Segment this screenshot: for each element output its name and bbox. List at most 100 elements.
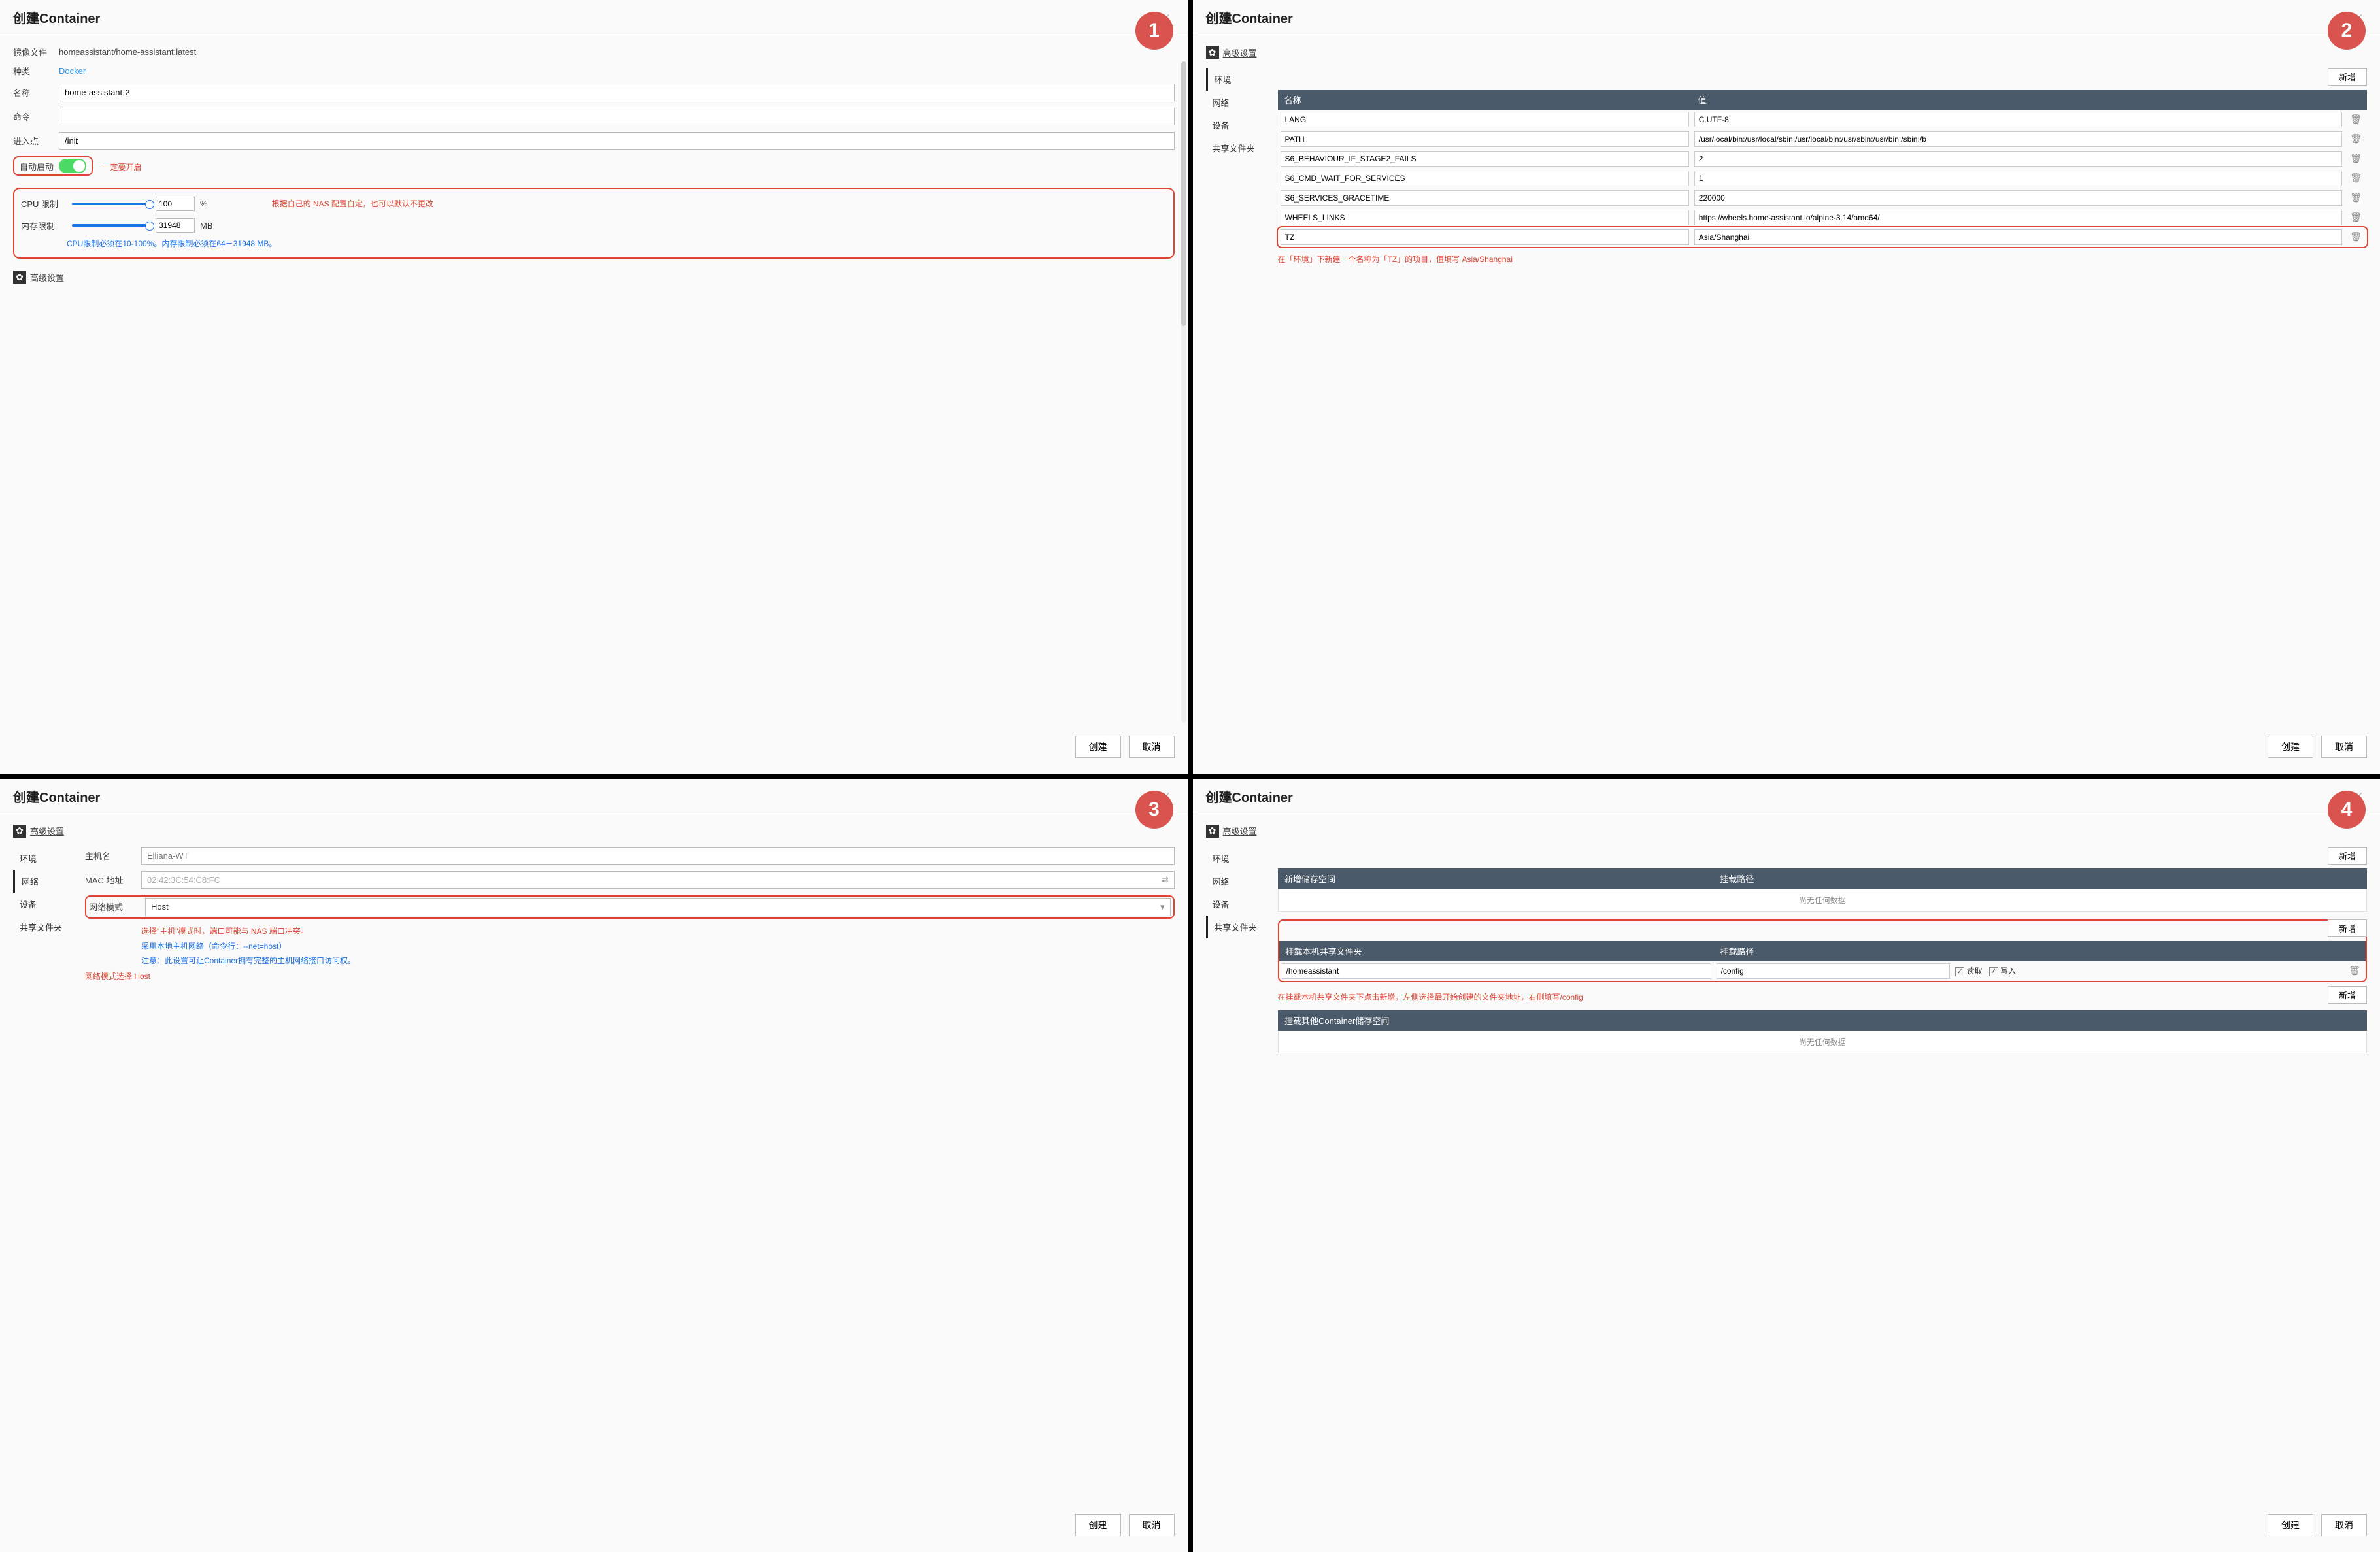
settings-sidebar: 环境 网络 设备 共享文件夹 (1206, 847, 1271, 938)
trash-icon[interactable]: 🗑 (2347, 153, 2364, 163)
limits-note-blue: CPU限制必须在10-100%。内存限制必须在64－31948 MB。 (67, 238, 1167, 250)
cancel-button[interactable]: 取消 (2321, 736, 2367, 758)
mem-input[interactable] (156, 218, 195, 233)
env-val-input[interactable] (1694, 210, 2342, 225)
sidebar-item-share[interactable]: 共享文件夹 (13, 916, 78, 938)
sidebar-item-env[interactable]: 环境 (1206, 847, 1271, 870)
add-share-button[interactable]: 新增 (2328, 919, 2367, 937)
sidebar-item-dev[interactable]: 设备 (13, 893, 78, 916)
trash-icon[interactable]: 🗑 (2347, 212, 2364, 222)
label-cmd: 命令 (13, 110, 59, 123)
label-kind: 种类 (13, 65, 59, 77)
env-row: 🗑 (1278, 188, 2368, 208)
env-table: 名称 值 🗑 🗑 🗑 🗑 🗑 🗑 🗑 (1278, 90, 2368, 247)
limits-note-red: 根据自己的 NAS 配置自定，也可以默认不更改 (272, 198, 433, 209)
network-mode-select[interactable]: Host ▾ (145, 898, 1171, 916)
sidebar-item-share[interactable]: 共享文件夹 (1206, 137, 1271, 159)
sidebar-item-net[interactable]: 网络 (13, 870, 78, 893)
env-val-input[interactable] (1694, 112, 2342, 127)
empty-row: 尚无任何数据 (1278, 1031, 2367, 1053)
label-autostart: 自动启动 (20, 160, 59, 173)
env-val-input[interactable] (1694, 131, 2342, 147)
col-left: 新增储存空间 (1278, 868, 1713, 889)
env-key-input[interactable] (1281, 171, 1689, 186)
dialog-title: 创建Container (13, 787, 100, 806)
cpu-input[interactable] (156, 197, 195, 211)
cancel-button[interactable]: 取消 (1129, 1514, 1175, 1536)
cmd-input[interactable] (59, 108, 1175, 125)
add-volume-button[interactable]: 新增 (2328, 847, 2367, 865)
share-dst-input[interactable] (1717, 963, 1951, 979)
create-button[interactable]: 创建 (2268, 1514, 2313, 1536)
env-row: 🗑 (1278, 149, 2368, 169)
cpu-unit: % (200, 199, 208, 208)
env-key-input[interactable] (1281, 210, 1689, 225)
gear-icon: ✿ (13, 825, 26, 838)
advanced-settings-link[interactable]: 高级设置 (1223, 825, 1257, 837)
label-image: 镜像文件 (13, 46, 59, 58)
add-env-button[interactable]: 新增 (2328, 68, 2367, 86)
panel-4: 4 创建Container × ✿ 高级设置 环境 网络 设备 共享文件夹 新增 (1193, 779, 2380, 1552)
mode-instruction: 网络模式选择 Host (85, 970, 1175, 982)
label-mode: 网络模式 (89, 900, 145, 913)
mem-unit: MB (200, 221, 213, 231)
shuffle-icon[interactable]: ⇄ (1162, 875, 1168, 884)
value-image: homeassistant/home-assistant:latest (59, 47, 196, 57)
add-share-button-2[interactable]: 新增 (2328, 986, 2367, 1004)
env-key-input[interactable] (1281, 131, 1689, 147)
autostart-toggle[interactable] (59, 159, 86, 173)
share-src-input[interactable] (1282, 963, 1711, 979)
name-input[interactable] (59, 84, 1175, 101)
mem-slider[interactable] (72, 224, 150, 227)
panel-3: 3 创建Container × ✿ 高级设置 环境 网络 设备 共享文件夹 主机… (0, 779, 1188, 1552)
env-val-input[interactable] (1694, 171, 2342, 186)
trash-icon[interactable]: 🗑 (2347, 231, 2364, 242)
step-badge: 3 (1135, 791, 1173, 829)
create-button[interactable]: 创建 (2268, 736, 2313, 758)
sidebar-item-env[interactable]: 环境 (13, 847, 78, 870)
sidebar-item-env[interactable]: 环境 (1206, 68, 1271, 91)
value-kind[interactable]: Docker (59, 66, 86, 76)
sidebar-item-net[interactable]: 网络 (1206, 91, 1271, 114)
dialog-header: 创建Container × (0, 0, 1188, 35)
advanced-settings-link[interactable]: 高级设置 (30, 271, 64, 284)
env-row: 🗑 (1278, 169, 2368, 188)
sidebar-item-share[interactable]: 共享文件夹 (1206, 916, 1271, 938)
env-key-input[interactable] (1281, 112, 1689, 127)
advanced-settings-link[interactable]: 高级设置 (30, 825, 64, 837)
trash-icon[interactable]: 🗑 (2347, 173, 2364, 183)
label-mem: 内存限制 (21, 220, 67, 232)
env-val-input[interactable] (1694, 190, 2342, 206)
mac-input[interactable]: 02:42:3C:54:C8:FC ⇄ (141, 871, 1175, 889)
col-left: 挂载本机共享文件夹 (1279, 941, 1714, 961)
sidebar-item-dev[interactable]: 设备 (1206, 114, 1271, 137)
advanced-settings-link[interactable]: 高级设置 (1223, 46, 1257, 59)
env-val-input[interactable] (1694, 229, 2342, 245)
sidebar-item-dev[interactable]: 设备 (1206, 893, 1271, 916)
create-button[interactable]: 创建 (1075, 736, 1121, 758)
cpu-slider[interactable] (72, 203, 150, 205)
label-cpu: CPU 限制 (21, 197, 67, 210)
share-note: 在挂载本机共享文件夹下点击新增，左侧选择最开始创建的文件夹地址，右侧填写/con… (1278, 991, 2322, 1002)
table-header: 名称 值 (1278, 90, 2368, 110)
env-key-input[interactable] (1281, 151, 1689, 167)
cancel-button[interactable]: 取消 (1129, 736, 1175, 758)
trash-icon[interactable]: 🗑 (2347, 192, 2364, 203)
trash-icon[interactable]: 🗑 (2347, 114, 2364, 124)
write-checkbox[interactable]: ✓ (1989, 967, 1998, 976)
cancel-button[interactable]: 取消 (2321, 1514, 2367, 1536)
entry-input[interactable] (59, 132, 1175, 150)
env-key-input[interactable] (1281, 190, 1689, 206)
sidebar-item-net[interactable]: 网络 (1206, 870, 1271, 893)
trash-icon[interactable]: 🗑 (2347, 133, 2364, 144)
share-row: ✓ 读取 ✓ 写入 🗑 (1279, 961, 2366, 981)
env-val-input[interactable] (1694, 151, 2342, 167)
read-checkbox[interactable]: ✓ (1955, 967, 1964, 976)
table-header: 挂载其他Container储存空间 (1278, 1010, 2367, 1031)
hostname-input[interactable] (141, 847, 1175, 865)
scrollbar[interactable] (1181, 61, 1186, 723)
trash-icon[interactable]: 🗑 (2346, 965, 2363, 976)
env-key-input[interactable] (1281, 229, 1689, 245)
create-button[interactable]: 创建 (1075, 1514, 1121, 1536)
env-row: 🗑 (1278, 227, 2368, 247)
